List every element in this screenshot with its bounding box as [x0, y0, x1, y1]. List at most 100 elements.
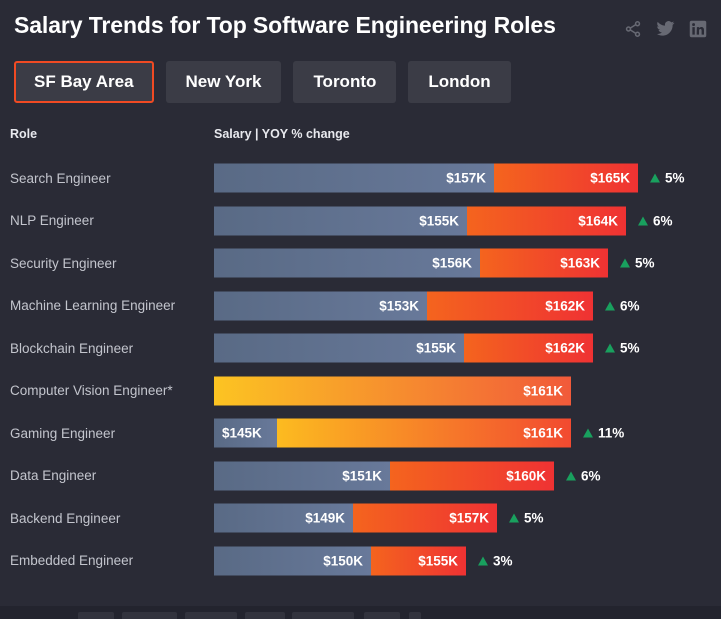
tab-new-york[interactable]: New York	[165, 61, 282, 103]
yoy-value: 3%	[493, 553, 513, 569]
column-header-role: Role	[10, 127, 38, 141]
previous-salary-value: $157K	[446, 170, 486, 186]
table-row[interactable]: Data Engineer $151K $160K 6%	[0, 455, 721, 498]
previous-salary-value: $149K	[305, 510, 345, 526]
previous-salary-segment: $153K	[214, 291, 427, 321]
bottom-cutoff-strip	[0, 606, 721, 619]
yoy-value: 5%	[635, 255, 655, 271]
stacked-bar[interactable]: $155K $162K	[214, 333, 593, 363]
yoy-change: 11%	[583, 426, 624, 441]
table-row[interactable]: Machine Learning Engineer $153K $162K 6%	[0, 285, 721, 328]
tab-london[interactable]: London	[408, 61, 511, 103]
yoy-change: 6%	[638, 213, 673, 228]
yoy-value: 5%	[620, 340, 640, 356]
previous-salary-segment: $145K	[214, 418, 277, 448]
current-salary-value: $165K	[590, 170, 630, 186]
share-icon[interactable]	[624, 20, 642, 38]
stacked-bar[interactable]: $145K $161K	[214, 418, 571, 448]
column-headers: Role Salary | YOY % change	[0, 127, 721, 149]
previous-salary-value: $151K	[342, 468, 382, 484]
previous-salary-value: $156K	[432, 255, 472, 271]
table-row[interactable]: Computer Vision Engineer* $161K	[0, 370, 721, 413]
current-salary-value: $164K	[578, 213, 618, 229]
previous-salary-segment: $156K	[214, 248, 480, 278]
table-row[interactable]: Search Engineer $157K $165K 5%	[0, 157, 721, 200]
previous-salary-value: $145K	[222, 425, 262, 441]
role-label: Embedded Engineer	[10, 553, 134, 569]
twitter-icon[interactable]	[656, 19, 675, 38]
table-row[interactable]: Blockchain Engineer $155K $162K 5%	[0, 327, 721, 370]
current-salary-value: $162K	[545, 298, 585, 314]
stacked-bar[interactable]: $155K $164K	[214, 206, 626, 236]
previous-salary-segment: $150K	[214, 546, 371, 576]
yoy-change: 3%	[478, 553, 513, 568]
trend-up-icon	[620, 258, 630, 268]
yoy-value: 11%	[598, 425, 625, 441]
page-title: Salary Trends for Top Software Engineeri…	[14, 12, 556, 38]
stacked-bar[interactable]: $149K $157K	[214, 503, 497, 533]
role-label: Gaming Engineer	[10, 425, 116, 441]
stacked-bar[interactable]: $153K $162K	[214, 291, 593, 321]
current-salary-value: $160K	[506, 468, 546, 484]
social-share-group	[624, 10, 707, 38]
table-row[interactable]: Embedded Engineer $150K $155K 3%	[0, 540, 721, 583]
yoy-change: 5%	[620, 256, 655, 271]
current-salary-value: $161K	[523, 383, 563, 399]
current-salary-segment: $157K	[353, 503, 497, 533]
yoy-change: 5%	[509, 511, 544, 526]
table-row[interactable]: Backend Engineer $149K $157K 5%	[0, 497, 721, 540]
previous-salary-segment: $155K	[214, 333, 464, 363]
trend-up-icon	[605, 301, 615, 311]
column-header-salary: Salary | YOY % change	[214, 127, 350, 141]
stacked-bar[interactable]: $161K	[214, 376, 571, 406]
previous-salary-value: $153K	[379, 298, 419, 314]
previous-salary-segment: $155K	[214, 206, 467, 236]
current-salary-segment: $162K	[427, 291, 593, 321]
previous-salary-segment: $149K	[214, 503, 353, 533]
trend-up-icon	[566, 471, 576, 481]
role-label: Search Engineer	[10, 170, 111, 186]
current-salary-segment: $164K	[467, 206, 626, 236]
stacked-bar[interactable]: $150K $155K	[214, 546, 466, 576]
current-salary-segment: $162K	[464, 333, 593, 363]
table-row[interactable]: Gaming Engineer $145K $161K 11%	[0, 412, 721, 455]
previous-salary-segment: $157K	[214, 163, 494, 193]
card-header: Salary Trends for Top Software Engineeri…	[0, 0, 721, 41]
current-salary-segment: $163K	[480, 248, 608, 278]
trend-up-icon	[509, 513, 519, 523]
role-label: Machine Learning Engineer	[10, 298, 176, 314]
current-salary-value: $162K	[545, 340, 585, 356]
yoy-value: 6%	[581, 468, 601, 484]
trend-up-icon	[583, 428, 593, 438]
previous-salary-value: $150K	[323, 553, 363, 569]
role-label: Backend Engineer	[10, 510, 121, 526]
yoy-change: 6%	[605, 298, 640, 313]
yoy-value: 5%	[665, 170, 685, 186]
chart-card: Salary Trends for Top Software Engineeri…	[0, 0, 721, 619]
table-row[interactable]: Security Engineer $156K $163K 5%	[0, 242, 721, 285]
table-row[interactable]: NLP Engineer $155K $164K 6%	[0, 200, 721, 243]
previous-salary-segment: $151K	[214, 461, 390, 491]
yoy-value: 6%	[653, 213, 673, 229]
current-salary-value: $155K	[418, 553, 458, 569]
current-salary-segment: $165K	[494, 163, 638, 193]
previous-salary-value: $155K	[419, 213, 459, 229]
yoy-change: 5%	[650, 171, 685, 186]
stacked-bar[interactable]: $157K $165K	[214, 163, 638, 193]
tab-toronto[interactable]: Toronto	[293, 61, 397, 103]
role-label: Data Engineer	[10, 468, 97, 484]
city-tabs: SF Bay Area New York Toronto London	[0, 41, 721, 103]
stacked-bar[interactable]: $156K $163K	[214, 248, 608, 278]
tab-sf-bay-area[interactable]: SF Bay Area	[14, 61, 154, 103]
linkedin-icon[interactable]	[689, 20, 707, 38]
current-salary-segment: $155K	[371, 546, 466, 576]
role-label: Security Engineer	[10, 255, 117, 271]
role-label: Computer Vision Engineer*	[10, 383, 173, 399]
yoy-value: 5%	[524, 510, 544, 526]
current-salary-value: $157K	[449, 510, 489, 526]
previous-salary-value: $155K	[416, 340, 456, 356]
current-salary-segment: $160K	[390, 461, 554, 491]
yoy-value: 6%	[620, 298, 640, 314]
stacked-bar[interactable]: $151K $160K	[214, 461, 554, 491]
current-salary-segment: $161K	[277, 418, 571, 448]
